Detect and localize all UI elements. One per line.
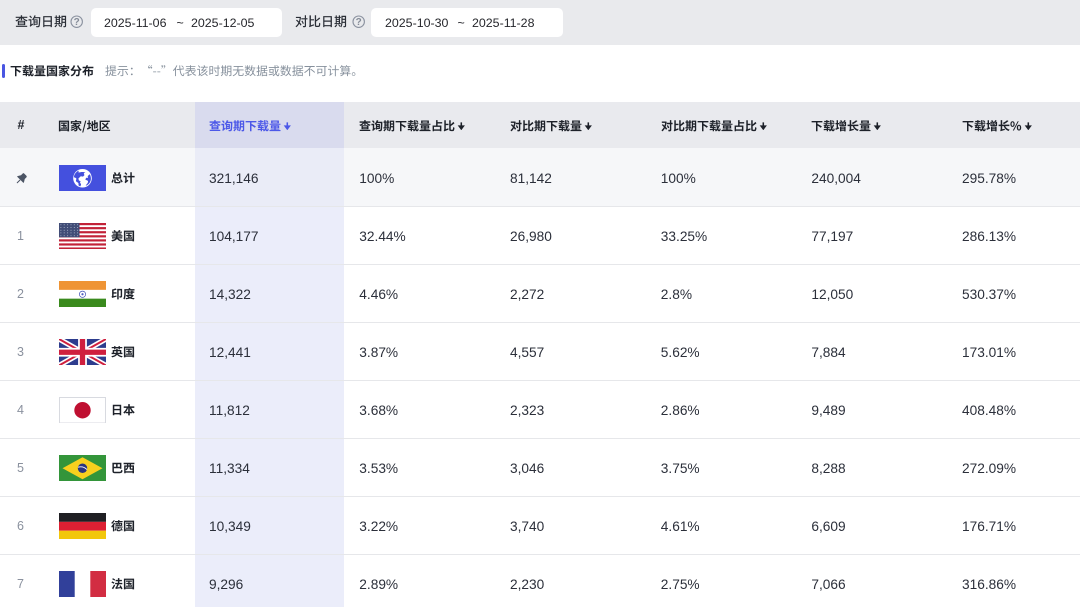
svg-text:?: ? <box>356 17 362 28</box>
svg-text:?: ? <box>74 17 80 28</box>
